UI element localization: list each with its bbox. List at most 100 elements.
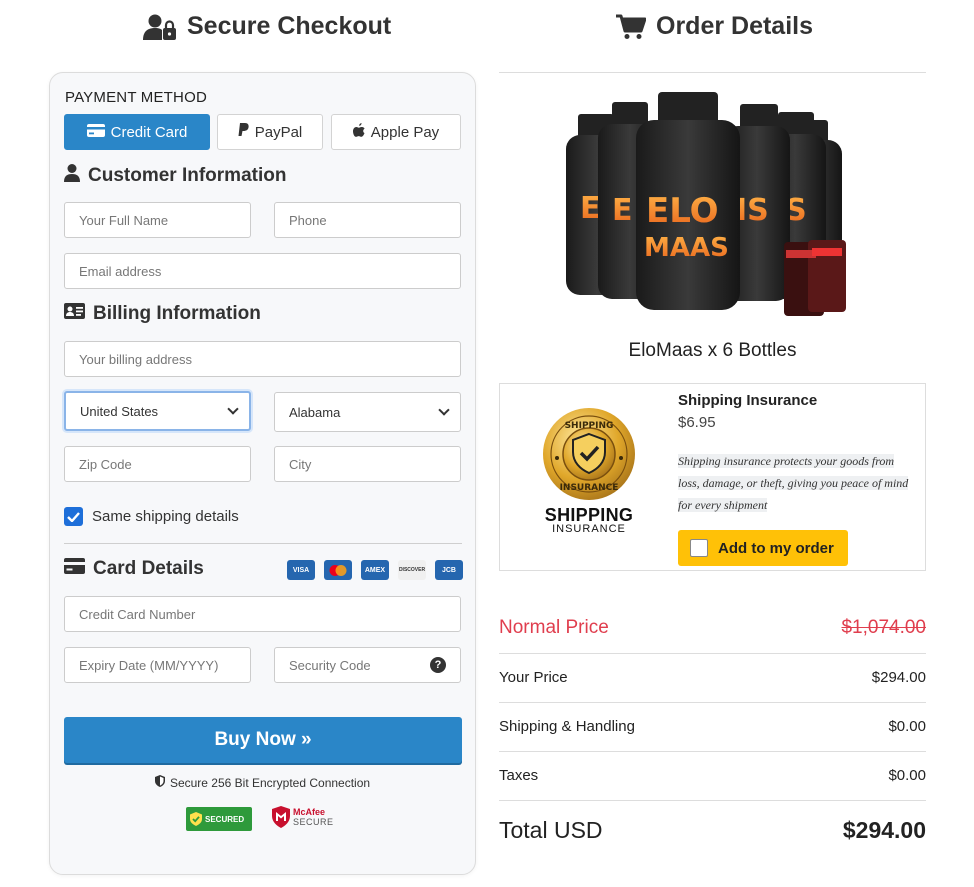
visa-card-icon: VISA — [287, 560, 315, 580]
mcafee-secure-text: SECURE — [293, 817, 334, 827]
shopping-cart-icon — [616, 14, 646, 40]
taxes-value: $0.00 — [888, 767, 926, 784]
secure-connection-note: Secure 256 Bit Encrypted Connection — [50, 775, 475, 790]
checkout-form: PAYMENT METHOD Credit Card PayPal Apple … — [49, 72, 476, 875]
id-card-icon — [64, 303, 85, 325]
product-name: EloMaas x 6 Bottles — [628, 340, 797, 361]
section-divider — [64, 543, 462, 544]
your-price-value: $294.00 — [871, 669, 926, 686]
credit-card-method-label: Credit Card — [110, 123, 188, 141]
price-divider — [499, 653, 926, 654]
chevron-down-icon — [438, 403, 450, 416]
mcafee-shield-icon — [272, 806, 290, 828]
city-input[interactable]: City — [274, 446, 461, 482]
order-divider-top — [499, 72, 926, 73]
taxes-label: Taxes — [499, 767, 539, 784]
svg-text:E: E — [612, 193, 633, 228]
payment-method-label: PAYMENT METHOD — [65, 89, 207, 106]
order-title: Order Details — [616, 12, 813, 41]
same-shipping-checkbox[interactable] — [64, 507, 83, 526]
shield-icon — [154, 775, 165, 790]
order-title-text: Order Details — [656, 12, 814, 40]
zip-code-input[interactable]: Zip Code — [64, 446, 251, 482]
buy-now-button[interactable]: Buy Now » — [64, 717, 462, 763]
apple-icon — [352, 123, 365, 141]
country-select[interactable]: United States — [64, 391, 251, 431]
product-image: E S E IS IS ELO MAAS — [560, 90, 870, 320]
svg-text:E: E — [580, 191, 601, 226]
credit-card-icon — [64, 558, 85, 580]
add-insurance-checkbox[interactable] — [690, 539, 708, 557]
amex-card-icon: AMEX — [361, 560, 389, 580]
same-shipping-row[interactable]: Same shipping details — [64, 507, 239, 526]
accepted-cards: VISA AMEX DISCOVER JCB — [287, 560, 463, 580]
phone-input[interactable]: Phone — [274, 202, 461, 238]
discover-card-icon: DISCOVER — [398, 560, 426, 580]
price-divider — [499, 702, 926, 703]
your-price-row: Your Price $294.00 — [499, 669, 926, 686]
total-row: Total USD $294.00 — [499, 817, 926, 844]
credit-card-icon — [86, 123, 105, 141]
svg-text:ELO: ELO — [646, 191, 719, 231]
country-select-value: United States — [80, 403, 159, 419]
apple-pay-method-button[interactable]: Apple Pay — [331, 114, 461, 150]
insurance-logo-text: INSURANCE — [552, 523, 626, 535]
insurance-description: Shipping insurance protects your goods f… — [678, 450, 918, 516]
price-divider — [499, 751, 926, 752]
mastercard-card-icon — [324, 560, 352, 580]
billing-address-input[interactable]: Your billing address — [64, 341, 461, 377]
email-input[interactable]: Email address — [64, 253, 461, 289]
mcafee-secure-badge: McAfee SECURE — [272, 806, 334, 828]
insurance-price: $6.95 — [678, 414, 716, 431]
credit-card-method-button[interactable]: Credit Card — [64, 114, 210, 150]
svg-text:IS: IS — [736, 193, 769, 228]
same-shipping-label: Same shipping details — [92, 508, 239, 525]
paypal-method-button[interactable]: PayPal — [217, 114, 323, 150]
jcb-card-icon: JCB — [435, 560, 463, 580]
price-divider — [499, 800, 926, 801]
shipping-handling-row: Shipping & Handling $0.00 — [499, 718, 926, 735]
normal-price-label: Normal Price — [499, 617, 609, 638]
state-select[interactable]: Alabama — [274, 392, 461, 432]
state-select-value: Alabama — [289, 404, 341, 420]
insurance-title: Shipping Insurance — [678, 392, 818, 409]
expiry-date-input[interactable]: Expiry Date (MM/YYYY) — [64, 647, 251, 683]
paypal-method-label: PayPal — [254, 123, 303, 141]
svg-text:MAAS: MAAS — [644, 233, 729, 263]
trust-badge-text: SECURED — [205, 814, 245, 824]
user-lock-icon — [143, 13, 177, 41]
svg-text:INSURANCE: INSURANCE — [560, 483, 619, 493]
taxes-row: Taxes $0.00 — [499, 767, 926, 784]
total-label: Total USD — [499, 817, 603, 843]
security-code-input[interactable]: Security Code ? — [274, 647, 461, 683]
billing-info-heading: Billing Information — [64, 303, 261, 325]
chevron-down-icon — [227, 402, 239, 415]
shipping-insurance-box: SHIPPING INSURANCE SHIPPING INSURANCE Sh… — [499, 383, 926, 571]
svg-text:SHIPPING: SHIPPING — [565, 421, 614, 431]
trust-guard-secured-badge: SECURED — [186, 807, 252, 831]
question-circle-icon[interactable]: ? — [430, 657, 446, 673]
apple-pay-method-label: Apple Pay — [370, 123, 440, 141]
customer-info-heading-text: Customer Information — [88, 165, 287, 186]
shipping-handling-value: $0.00 — [888, 718, 926, 735]
your-price-label: Your Price — [499, 669, 568, 686]
total-value: $294.00 — [842, 817, 926, 843]
secure-connection-text: Secure 256 Bit Encrypted Connection — [169, 775, 371, 790]
paypal-icon — [238, 123, 249, 141]
card-number-input[interactable]: Credit Card Number — [64, 596, 461, 632]
normal-price-value: $1,074.00 — [841, 617, 926, 638]
mcafee-text: McAfee — [293, 807, 326, 817]
add-insurance-button[interactable]: Add to my order — [678, 530, 848, 566]
card-details-heading: Card Details — [64, 558, 204, 580]
security-code-placeholder: Security Code — [289, 657, 371, 673]
billing-info-heading-text: Billing Information — [93, 303, 261, 324]
checkout-title: Secure Checkout — [143, 12, 391, 41]
insurance-seal-icon: SHIPPING INSURANCE — [541, 406, 637, 507]
add-insurance-label: Add to my order — [718, 539, 834, 557]
full-name-input[interactable]: Your Full Name — [64, 202, 251, 238]
shield-check-icon — [190, 812, 202, 826]
shipping-handling-label: Shipping & Handling — [499, 718, 635, 735]
card-details-heading-text: Card Details — [93, 558, 204, 579]
insurance-description-text: Shipping insurance protects your goods f… — [678, 454, 909, 512]
customer-info-heading: Customer Information — [64, 164, 286, 188]
